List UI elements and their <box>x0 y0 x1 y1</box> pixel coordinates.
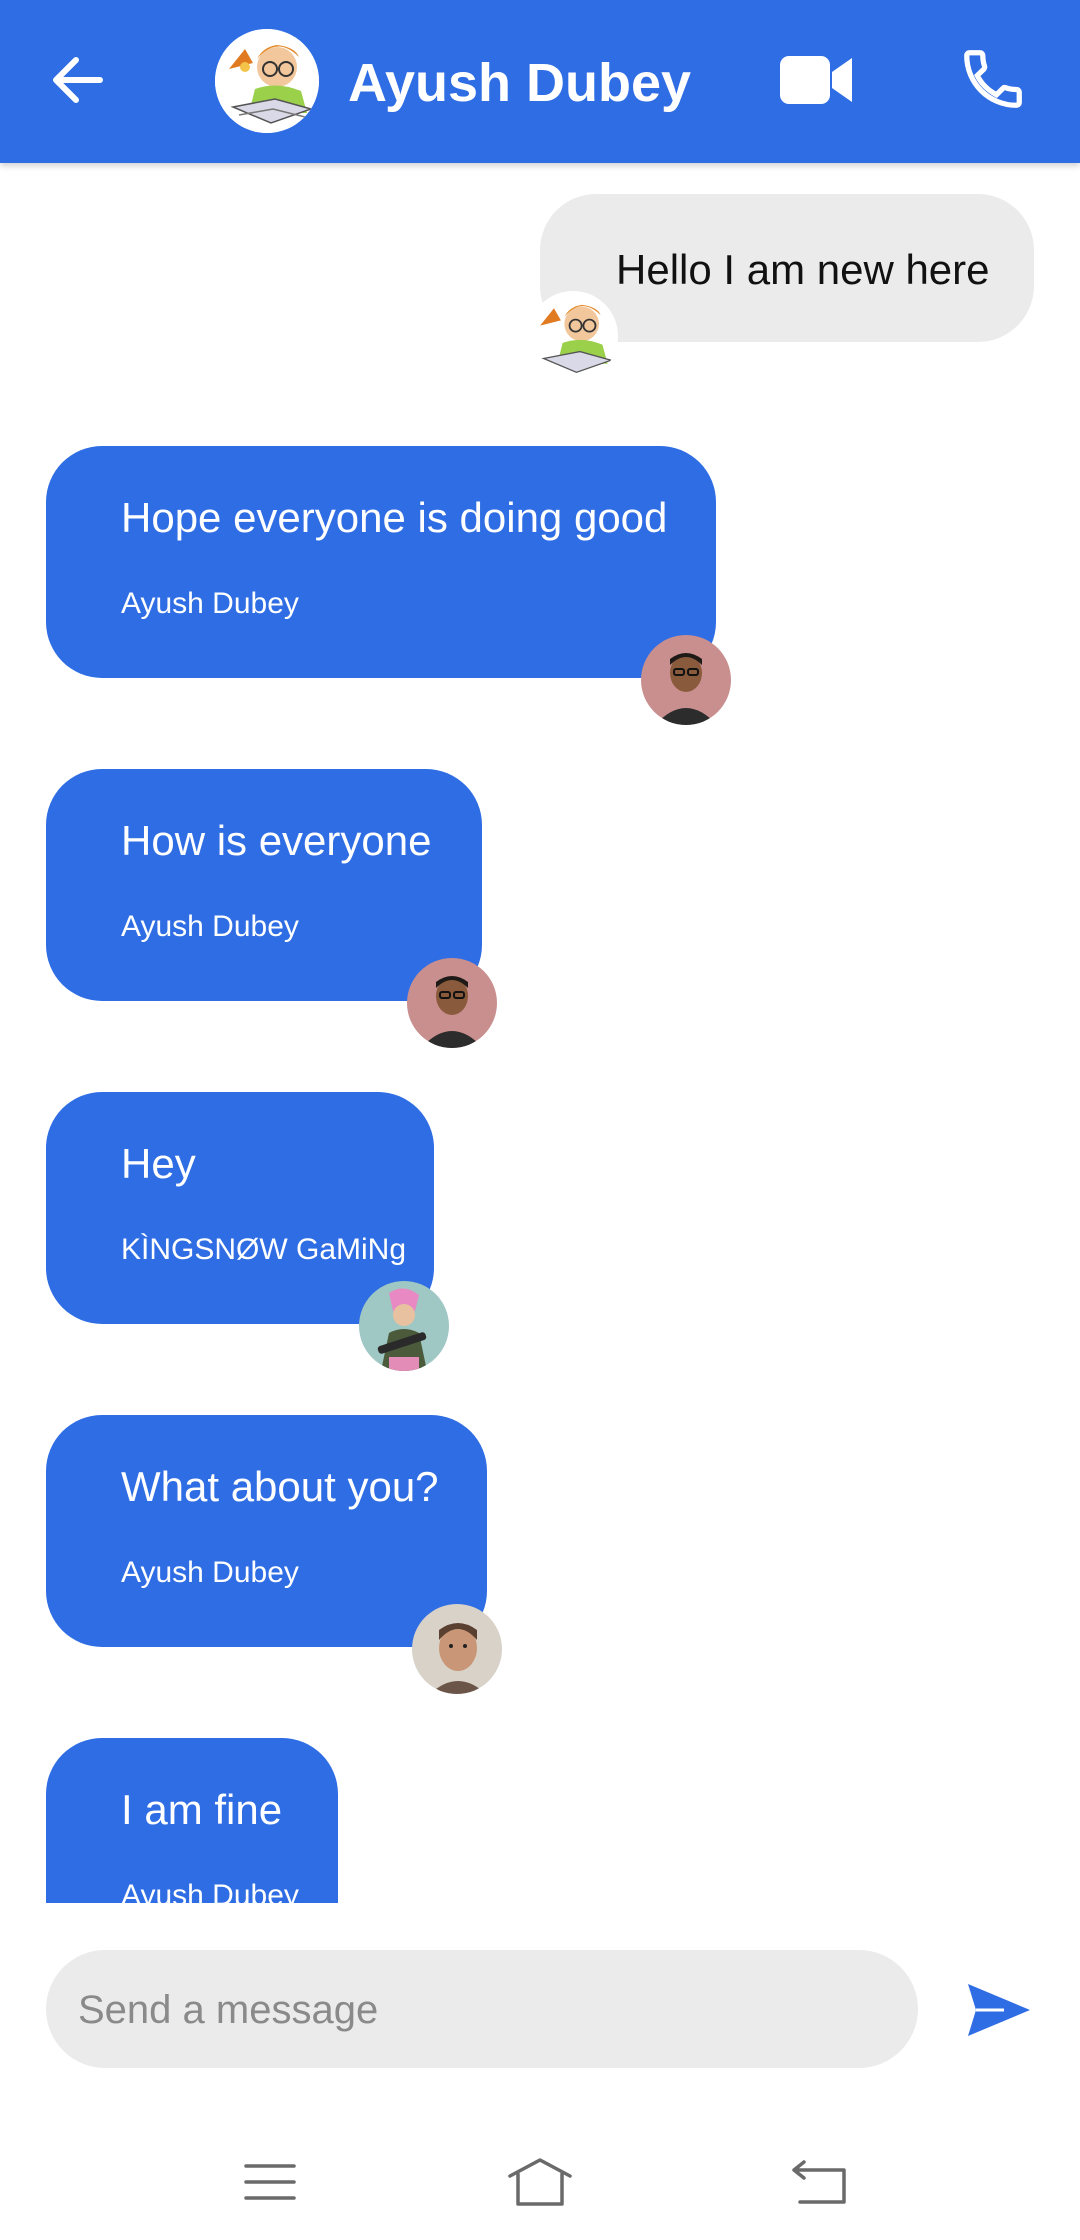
video-call-button[interactable] <box>778 48 856 112</box>
message-sender: Ayush Dubey <box>121 910 299 943</box>
message-sender: Ayush Dubey <box>121 587 299 620</box>
send-button[interactable] <box>964 1980 1034 2040</box>
contact-name: Ayush Dubey <box>348 53 692 113</box>
cartoon-reader-avatar-icon <box>528 291 618 381</box>
sender-avatar[interactable] <box>407 958 497 1048</box>
back-button[interactable] <box>44 46 112 114</box>
gamer-character-avatar-icon <box>359 1281 449 1371</box>
message-bubble: I am fine Ayush Dubey <box>46 1738 338 1903</box>
message-incoming[interactable]: I am fine Ayush Dubey <box>46 1738 338 1903</box>
actor-photo-avatar-icon <box>412 1604 502 1694</box>
back-nav-button[interactable] <box>780 2152 860 2212</box>
home-icon <box>508 2158 572 2206</box>
message-bubble: Hope everyone is doing good Ayush Dubey <box>46 446 716 678</box>
home-button[interactable] <box>500 2152 580 2212</box>
sender-avatar[interactable] <box>641 635 731 725</box>
message-incoming[interactable]: How is everyone Ayush Dubey <box>46 769 482 1001</box>
message-text: How is everyone <box>121 817 432 864</box>
menu-icon <box>244 2164 296 2200</box>
message-text: Hey <box>121 1140 196 1187</box>
app-header: Ayush Dubey <box>0 0 1080 163</box>
message-text: What about you? <box>121 1463 439 1510</box>
message-sender: Ayush Dubey <box>121 1556 299 1589</box>
message-incoming[interactable]: Hope everyone is doing good Ayush Dubey <box>46 446 716 678</box>
cartoon-reader-avatar-icon <box>215 29 319 133</box>
system-navigation-bar <box>0 2130 1080 2240</box>
message-input-bar[interactable] <box>46 1950 918 2070</box>
message-text: Hello I am new here <box>616 246 990 293</box>
message-list[interactable]: Hello I am new here Hope everyone is doi… <box>0 163 1080 1903</box>
back-nav-icon <box>792 2160 846 2204</box>
message-bubble: How is everyone Ayush Dubey <box>46 769 482 1001</box>
sender-avatar[interactable] <box>528 291 618 381</box>
message-text: I am fine <box>121 1786 283 1833</box>
message-sender: KÌNGSNØW GaMiNg <box>121 1233 407 1266</box>
message-input[interactable] <box>76 1950 880 2070</box>
man-photo-avatar-icon <box>407 958 497 1048</box>
message-bubble: What about you? Ayush Dubey <box>46 1415 487 1647</box>
video-camera-icon <box>780 56 852 104</box>
recent-apps-button[interactable] <box>230 2152 310 2212</box>
message-text: Hope everyone is doing good <box>121 494 668 541</box>
contact-avatar[interactable] <box>215 29 319 133</box>
man-photo-avatar-icon <box>641 635 731 725</box>
voice-call-button[interactable] <box>958 44 1028 114</box>
message-incoming[interactable]: What about you? Ayush Dubey <box>46 1415 487 1647</box>
message-sender: Ayush Dubey <box>121 1879 299 1903</box>
send-icon <box>968 1984 1030 2036</box>
arrow-left-icon <box>53 57 103 103</box>
phone-icon <box>964 50 1022 108</box>
sender-avatar[interactable] <box>359 1281 449 1371</box>
sender-avatar[interactable] <box>412 1604 502 1694</box>
